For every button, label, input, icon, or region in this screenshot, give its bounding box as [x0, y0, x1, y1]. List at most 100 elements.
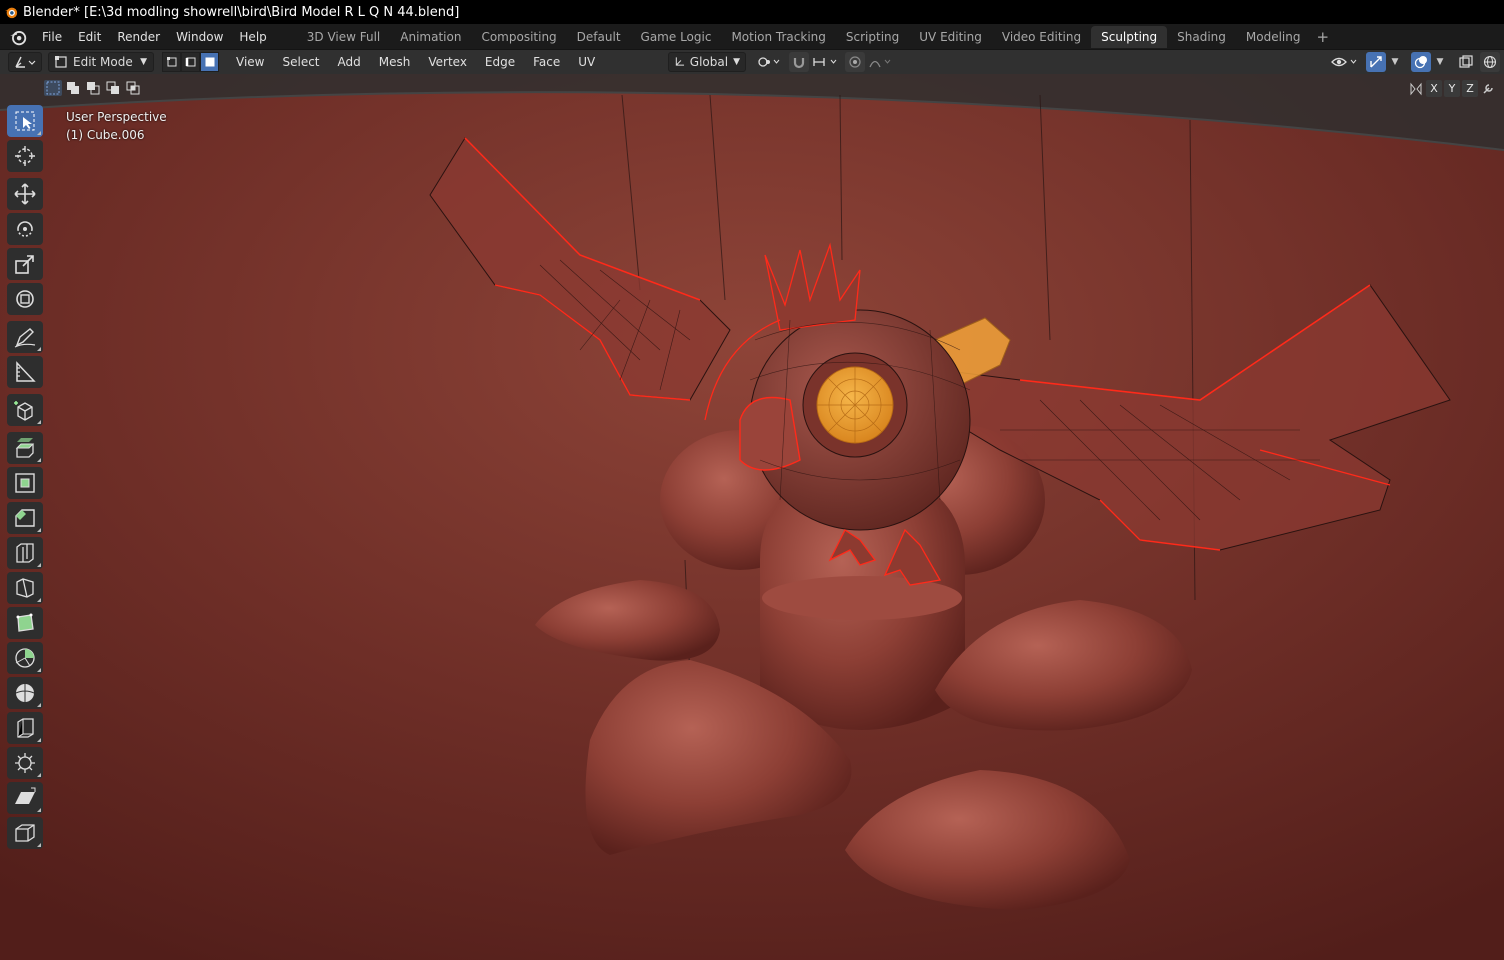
- tool-options-corner: [37, 808, 41, 812]
- active-object-label: (1) Cube.006: [66, 128, 145, 142]
- snap-toggle[interactable]: [789, 52, 809, 72]
- loop-cut-icon: [16, 543, 34, 563]
- tool-move[interactable]: [7, 178, 43, 210]
- chevron-down-icon: ▼: [140, 57, 147, 67]
- mode-select[interactable]: Edit Mode ▼: [48, 52, 154, 72]
- cursor-icon: [15, 146, 35, 166]
- tab-modeling[interactable]: Modeling: [1236, 26, 1311, 48]
- menu-file[interactable]: File: [34, 24, 70, 50]
- tool-transform[interactable]: [7, 283, 43, 315]
- proportional-falloff-dropdown[interactable]: [867, 52, 895, 72]
- wireframe-sphere-icon: [1483, 55, 1497, 69]
- overlays-dropdown[interactable]: ▼: [1433, 52, 1447, 72]
- tool-spin[interactable]: [7, 642, 43, 674]
- viewport-scene[interactable]: [0, 74, 1504, 960]
- menu-help[interactable]: Help: [231, 24, 274, 50]
- tab-video-editing[interactable]: Video Editing: [992, 26, 1091, 48]
- ruler-icon: [16, 361, 36, 382]
- tool-select-box[interactable]: [7, 105, 43, 137]
- orientation-label: Global: [689, 55, 729, 69]
- snap-target-dropdown[interactable]: [811, 52, 841, 72]
- tool-knife[interactable]: [7, 572, 43, 604]
- tool-options-corner: [37, 738, 41, 742]
- tool-bevel[interactable]: [7, 502, 43, 534]
- knife-icon: [16, 578, 34, 598]
- tab-compositing[interactable]: Compositing: [471, 26, 566, 48]
- header-menu-face[interactable]: Face: [524, 50, 569, 74]
- chevron-down-icon: ▼: [1436, 57, 1444, 67]
- tab-sculpting[interactable]: Sculpting: [1091, 25, 1168, 48]
- viewport-header: Edit Mode ▼ View Select Add Mesh Vertex …: [0, 50, 1504, 74]
- select-difference-button[interactable]: [104, 80, 122, 96]
- tool-shrink-fatten[interactable]: [7, 747, 43, 779]
- face-select-button[interactable]: [200, 52, 219, 72]
- tool-annotate[interactable]: [7, 321, 43, 353]
- proportional-editing-toggle[interactable]: [845, 52, 865, 72]
- rip-region-icon: [15, 824, 35, 842]
- tool-rotate[interactable]: [7, 213, 43, 245]
- select-intersect-button[interactable]: [124, 80, 142, 96]
- pivot-point-dropdown[interactable]: [754, 52, 784, 72]
- window-titlebar: Blender* [E:\3d modling showrell\bird\Bi…: [0, 0, 1504, 24]
- tool-loop-cut[interactable]: [7, 537, 43, 569]
- overlays-toggle[interactable]: [1411, 52, 1431, 72]
- header-menu-mesh[interactable]: Mesh: [370, 50, 420, 74]
- gizmo-toggle[interactable]: [1366, 52, 1386, 72]
- header-menu-select[interactable]: Select: [273, 50, 328, 74]
- editor-type-button[interactable]: [8, 52, 42, 72]
- mirror-y-button[interactable]: Y: [1444, 80, 1460, 97]
- snap-increment-icon: [813, 58, 837, 66]
- header-menu-add[interactable]: Add: [329, 50, 370, 74]
- blender-menu-icon[interactable]: [8, 27, 28, 47]
- select-subtract-icon: [87, 82, 100, 95]
- header-menu-edge[interactable]: Edge: [476, 50, 524, 74]
- tab-3d-view-full[interactable]: 3D View Full: [297, 26, 391, 48]
- visibility-dropdown[interactable]: [1330, 52, 1362, 72]
- tab-animation[interactable]: Animation: [390, 26, 471, 48]
- tab-motion-tracking[interactable]: Motion Tracking: [721, 26, 835, 48]
- header-menu-uv[interactable]: UV: [569, 50, 604, 74]
- edge-select-icon: [185, 57, 195, 67]
- tool-rip-region[interactable]: [7, 817, 43, 849]
- tab-shading[interactable]: Shading: [1167, 26, 1236, 48]
- tool-add-cube[interactable]: [7, 394, 43, 426]
- header-menu-view[interactable]: View: [227, 50, 273, 74]
- mirror-x-button[interactable]: X: [1426, 80, 1442, 97]
- tab-uv-editing[interactable]: UV Editing: [909, 26, 992, 48]
- tool-options-corner: [37, 458, 41, 462]
- vertex-select-button[interactable]: [162, 52, 181, 72]
- menu-window[interactable]: Window: [168, 24, 231, 50]
- eye-icon: [1331, 57, 1357, 67]
- move-icon: [14, 183, 36, 205]
- edge-select-button[interactable]: [181, 52, 200, 72]
- tool-cursor[interactable]: [7, 140, 43, 172]
- tool-measure[interactable]: [7, 356, 43, 388]
- tool-scale[interactable]: [7, 248, 43, 280]
- select-new-button[interactable]: [44, 80, 62, 96]
- select-extend-button[interactable]: [64, 80, 82, 96]
- workspace-tabs: 3D View Full Animation Compositing Defau…: [297, 25, 1336, 48]
- tab-game-logic[interactable]: Game Logic: [631, 26, 722, 48]
- select-subtract-button[interactable]: [84, 80, 102, 96]
- tool-poly-build[interactable]: [7, 607, 43, 639]
- tab-default[interactable]: Default: [567, 26, 631, 48]
- mirror-z-button[interactable]: Z: [1462, 80, 1478, 97]
- menu-edit[interactable]: Edit: [70, 24, 109, 50]
- gizmo-dropdown[interactable]: ▼: [1388, 52, 1402, 72]
- tool-smooth[interactable]: [7, 677, 43, 709]
- shading-wireframe-button[interactable]: [1480, 52, 1500, 72]
- header-menu-vertex[interactable]: Vertex: [419, 50, 476, 74]
- transform-orientation-select[interactable]: Global ▼: [668, 52, 746, 72]
- menu-render[interactable]: Render: [109, 24, 168, 50]
- tool-edge-slide[interactable]: [7, 712, 43, 744]
- wrench-icon[interactable]: [1480, 80, 1496, 97]
- tool-shear[interactable]: [7, 782, 43, 814]
- tool-extrude-region[interactable]: [7, 432, 43, 464]
- chevron-down-icon: ▼: [1391, 57, 1399, 67]
- 3d-viewport[interactable]: User Perspective (1) Cube.006: [0, 74, 1504, 960]
- tool-inset-faces[interactable]: [7, 467, 43, 499]
- add-workspace-button[interactable]: +: [1311, 26, 1336, 48]
- xray-toggle[interactable]: [1456, 52, 1476, 72]
- tool-options-corner: [37, 703, 41, 707]
- tab-scripting[interactable]: Scripting: [836, 26, 909, 48]
